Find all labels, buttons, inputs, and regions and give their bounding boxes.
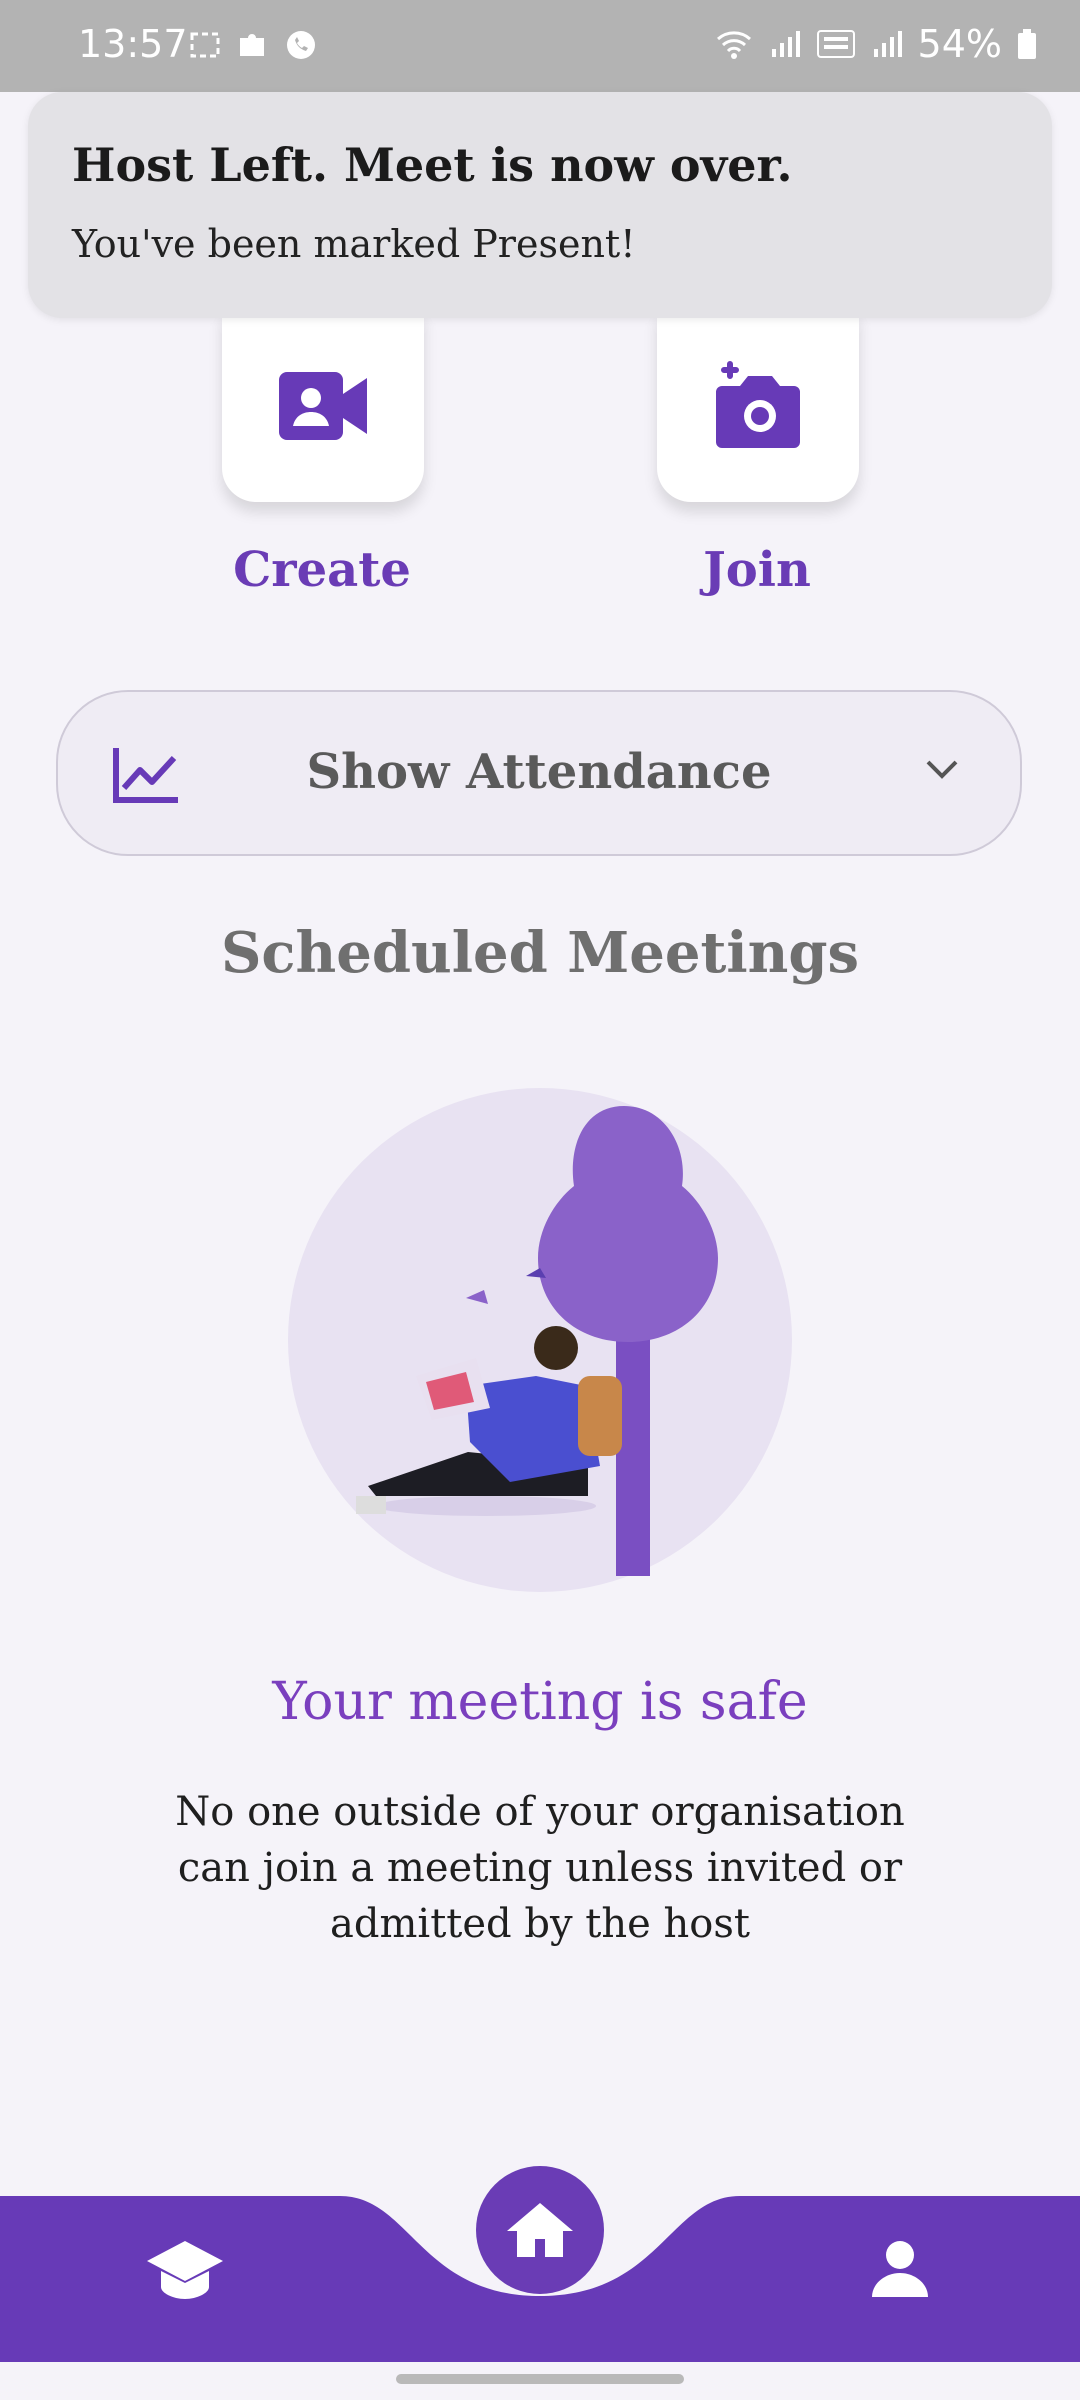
join-label: Join [703,542,811,598]
school-icon [147,2241,223,2299]
status-time: 13:57 [78,22,188,66]
battery-percent: 54% [917,22,1002,66]
whatsapp-icon [287,31,315,59]
volte-icon [816,30,855,58]
status-bar: 13:57 54% [0,0,1080,92]
status-system-icons: 54% [714,22,1038,66]
nav-courses-button[interactable] [130,2224,240,2314]
nav-profile-button[interactable] [850,2224,950,2314]
gesture-bar[interactable] [396,2374,684,2384]
signal2-icon [873,31,902,57]
add-camera-icon [716,361,800,448]
meeting-ended-toast: Host Left. Meet is now over. You've been… [28,92,1052,318]
battery-icon [1018,29,1036,59]
status-notification-icons [188,28,318,62]
show-attendance-dropdown[interactable]: Show Attendance [56,690,1022,856]
create-label: Create [233,542,411,598]
empty-state-description: No one outside of your organisation can … [175,1789,905,1947]
chevron-down-icon [926,760,958,779]
empty-state-illustration [288,1088,792,1592]
show-attendance-label: Show Attendance [306,744,772,800]
join-meeting-button[interactable] [657,310,859,502]
screenshot-icon [190,32,220,58]
empty-state-title: Your meeting is safe [272,1672,808,1732]
home-icon [507,2203,573,2257]
create-meeting-button[interactable] [222,310,424,502]
video-account-icon [279,372,367,440]
person-icon [872,2241,928,2297]
scheduled-meetings-title: Scheduled Meetings [220,920,860,986]
toast-title: Host Left. Meet is now over. [72,138,793,192]
toast-message: You've been marked Present! [72,222,636,266]
puzzle-icon [240,34,264,56]
wifi-icon [716,31,751,59]
signal-icon [771,31,800,57]
nav-home-button[interactable] [476,2166,604,2294]
